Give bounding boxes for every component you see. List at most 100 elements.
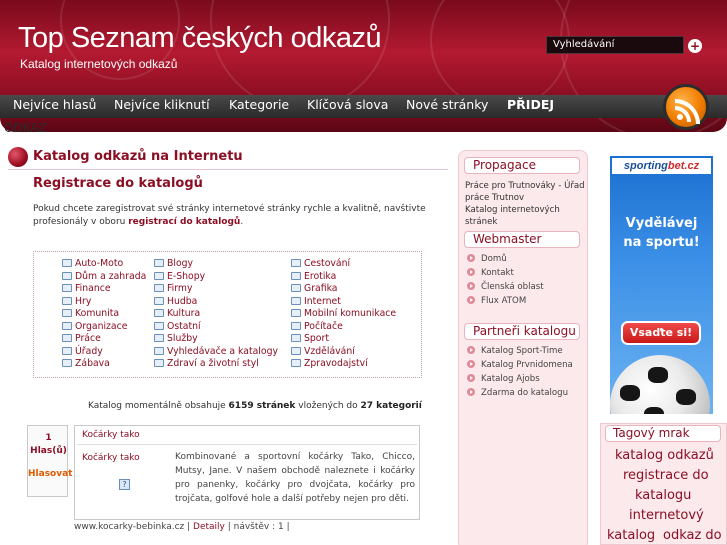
arrow-icon	[467, 374, 475, 382]
folder-icon	[62, 271, 72, 280]
folder-icon	[154, 284, 164, 292]
banner-bet-button[interactable]: Vsaďte si!	[621, 321, 701, 345]
folder-icon	[154, 296, 164, 305]
vote-box: 1 Hlas(ů) Hlasovat	[27, 425, 72, 497]
category-link[interactable]: Grafika	[291, 283, 338, 294]
vote-button[interactable]: Hlasovat	[28, 469, 72, 479]
stats-middle: vložených do	[295, 401, 361, 411]
category-link[interactable]: Cestování	[291, 258, 350, 269]
folder-icon	[154, 334, 164, 342]
sidebar-item-members[interactable]: Členská oblast	[467, 282, 544, 292]
category-link[interactable]: Ostatní	[154, 321, 201, 332]
vote-count: 1	[45, 433, 52, 443]
folder-icon	[291, 346, 301, 355]
folder-icon	[62, 334, 72, 342]
site-title[interactable]: Top Seznam českých odkazů	[18, 22, 382, 55]
tag-link[interactable]: katalogu	[635, 488, 691, 503]
page-title: Katalog odkazů na Internetu	[33, 149, 243, 164]
category-link[interactable]: Blogy	[154, 258, 193, 269]
article-title: Registrace do katalogů	[33, 176, 203, 191]
nav-item-categories[interactable]: Kategorie	[229, 97, 289, 112]
folder-icon	[291, 334, 301, 342]
category-link[interactable]: Vzdělávání	[291, 346, 355, 357]
category-link[interactable]: Internet	[291, 296, 341, 307]
arrow-icon	[467, 346, 475, 354]
category-link[interactable]: Zábava	[62, 358, 110, 369]
category-link[interactable]: Hry	[62, 296, 91, 307]
category-link[interactable]: Komunita	[62, 308, 119, 319]
propagace-link-prace[interactable]: Práce pro Trutnováky - Úřad práce Trutno…	[465, 180, 587, 204]
folder-icon	[291, 271, 301, 280]
rss-icon[interactable]	[663, 84, 709, 130]
folder-icon	[154, 271, 164, 280]
category-link[interactable]: Dům a zahrada	[62, 271, 146, 282]
nav-item-add-link-overflow[interactable]: ODKAZ	[4, 121, 47, 135]
tag-link[interactable]: katalog odkazů	[615, 448, 714, 463]
category-link[interactable]: Kultura	[154, 308, 200, 319]
sidebar-item-atom[interactable]: Flux ATOM	[467, 296, 526, 306]
banner-slogan: Vydělávej na sportu!	[623, 216, 700, 250]
header-decoration	[210, 0, 390, 110]
category-link[interactable]: Organizace	[62, 321, 127, 332]
nav-item-new-pages[interactable]: Nové stránky	[406, 97, 488, 112]
category-link[interactable]: Sport	[291, 333, 329, 344]
sidebar-item-partner[interactable]: Katalog Prvnidomena	[467, 360, 573, 370]
listing-card: Kočárky tako Kočárky tako ? Kombinované …	[74, 425, 420, 520]
folder-icon	[154, 359, 164, 367]
details-link[interactable]: Detaily	[193, 522, 225, 532]
stats-categories: 27 kategorií	[360, 401, 422, 411]
thumbnail-icon[interactable]: ?	[119, 479, 130, 490]
folder-icon	[62, 284, 72, 292]
category-link[interactable]: Zdraví a životní styl	[154, 358, 259, 369]
category-link[interactable]: Služby	[154, 333, 198, 344]
category-link[interactable]: Práce	[62, 333, 101, 344]
stats-pages: 6159 stránek	[228, 401, 296, 411]
category-link[interactable]: Zpravodajství	[291, 358, 368, 369]
nav-item-most-clicks[interactable]: Nejvíce kliknutí	[114, 97, 210, 112]
category-link[interactable]: Auto-Moto	[62, 258, 123, 269]
listing-name-link[interactable]: Kočárky tako	[82, 453, 140, 463]
folder-icon	[62, 321, 72, 330]
listing-title[interactable]: Kočárky tako	[82, 430, 140, 440]
listing-url[interactable]: www.kocarky-bebinka.cz	[74, 522, 184, 532]
tag-link[interactable]: registrace do	[623, 468, 709, 483]
sidebar-item-contact[interactable]: Kontakt	[467, 268, 514, 278]
category-link[interactable]: Finance	[62, 283, 111, 294]
folder-icon	[291, 259, 301, 267]
folder-icon	[62, 359, 72, 367]
category-link[interactable]: E-Shopy	[154, 271, 205, 282]
folder-icon	[291, 284, 301, 292]
nav-item-keywords[interactable]: Klíčová slova	[307, 97, 388, 112]
tag-link[interactable]: katalog	[607, 528, 655, 543]
folder-icon	[62, 309, 72, 317]
tag-link[interactable]: internetový	[629, 508, 704, 523]
football-icon	[610, 355, 710, 414]
propagace-link-katalog[interactable]: Katalog internetových stránek	[465, 204, 587, 228]
category-link[interactable]: Erotika	[291, 271, 336, 282]
sidebar-item-partner[interactable]: Katalog Ajobs	[467, 374, 540, 384]
folder-icon	[62, 346, 72, 355]
nav-item-most-votes[interactable]: Nejvíce hlasů	[13, 97, 96, 112]
category-link[interactable]: Vyhledávače a katalogy	[154, 346, 278, 357]
ad-banner[interactable]: sportingbet.cz Vydělávej na sportu! Vsaďt…	[610, 156, 713, 414]
listing-footer: www.kocarky-bebinka.cz | Detaily | návšt…	[74, 522, 290, 532]
folder-icon	[154, 259, 164, 267]
sidebar: Propagace Práce pro Trutnováky - Úřad pr…	[458, 150, 588, 545]
registration-link[interactable]: registrací do katalogů	[128, 217, 240, 227]
category-link[interactable]: Hudba	[154, 296, 197, 307]
category-link[interactable]: Počítače	[291, 321, 343, 332]
arrow-icon	[467, 388, 475, 396]
sidebar-item-partner[interactable]: Zdarma do katalogu	[467, 388, 568, 398]
category-link[interactable]: Mobilní komunikace	[291, 308, 396, 319]
sidebar-item-home[interactable]: Domů	[467, 254, 507, 264]
category-link[interactable]: Firmy	[154, 283, 192, 294]
nav-item-add-link[interactable]: PŘIDEJ	[507, 97, 554, 112]
folder-icon	[291, 321, 301, 330]
heading-bullet-icon	[8, 147, 28, 167]
sidebar-item-partner[interactable]: Katalog Sport-Time	[467, 346, 563, 356]
search-input[interactable]: Vyhledávání	[546, 36, 684, 54]
tag-link[interactable]: odkaz do	[663, 528, 722, 543]
search-button[interactable]: +	[688, 39, 702, 53]
category-link[interactable]: Úřady	[62, 346, 103, 357]
folder-icon	[291, 359, 301, 367]
